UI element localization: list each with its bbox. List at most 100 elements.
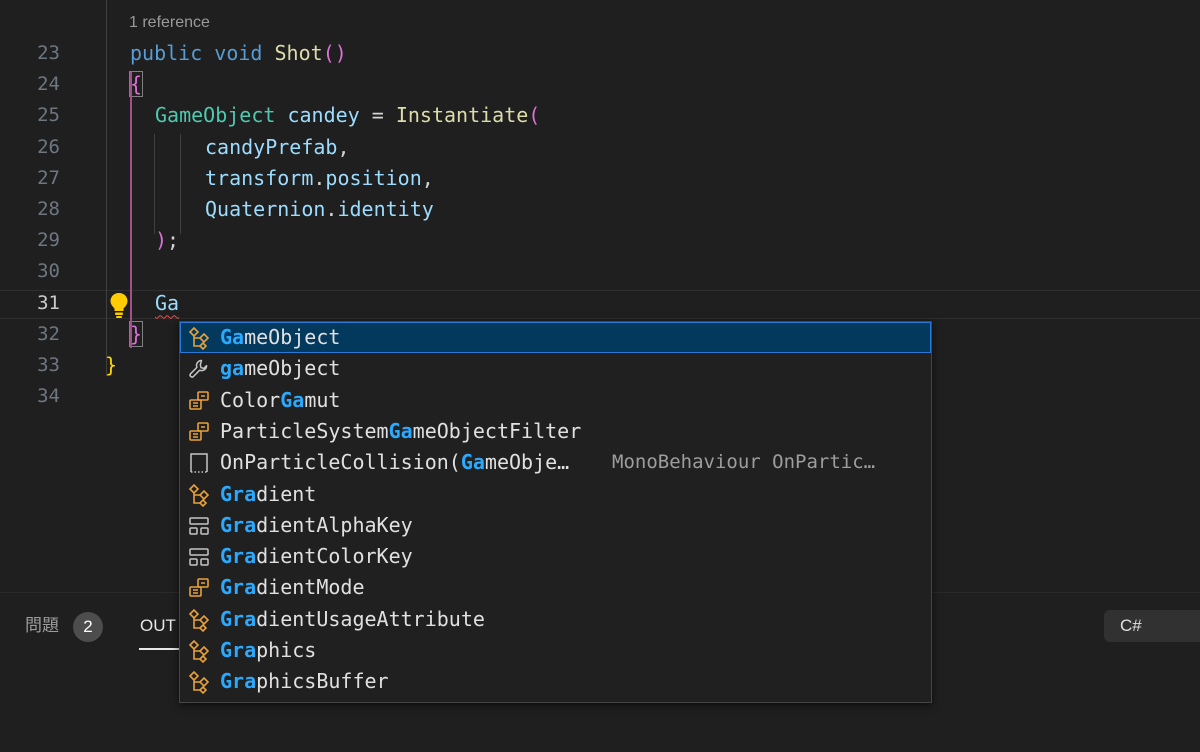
code-token: Shot xyxy=(274,41,323,65)
code-line[interactable]: 31 Ga xyxy=(0,288,1200,319)
match-highlight: Gra xyxy=(220,544,257,569)
suggestion-label: ColorGamut xyxy=(220,385,340,416)
indent-guide xyxy=(106,0,107,376)
match-highlight: Gra xyxy=(220,669,257,694)
codelens-references[interactable]: 1 reference xyxy=(129,12,210,34)
code-token: Ga xyxy=(155,290,180,315)
suggestion-item[interactable]: GradientAlphaKey xyxy=(180,510,931,541)
code-token: position xyxy=(325,165,422,190)
label-prefix: Color xyxy=(220,387,281,412)
suggestion-label: GameObject xyxy=(220,322,340,353)
line-number: 30 xyxy=(37,260,60,283)
suggestion-item[interactable]: GameObject xyxy=(180,322,931,353)
code-line[interactable]: 30 xyxy=(0,256,1200,287)
label-rest: dientColorKey xyxy=(256,544,413,569)
problems-count-badge: 2 xyxy=(73,612,103,642)
code-token: ( xyxy=(528,103,541,128)
code-line[interactable]: 24{ xyxy=(0,69,1200,100)
language-selector[interactable]: C# xyxy=(1104,610,1200,642)
code-text: Quaternion.identity xyxy=(205,194,434,225)
line-number: 33 xyxy=(37,354,60,376)
class-icon xyxy=(187,639,211,664)
label-rest: dientMode xyxy=(256,575,365,600)
code-token: . xyxy=(325,197,338,221)
line-number: 32 xyxy=(37,322,60,345)
code-token: transform xyxy=(205,165,314,190)
label-rest: phicsBuffer xyxy=(256,669,389,694)
suggestion-item[interactable]: ParticleSystemGameObjectFilter xyxy=(180,416,931,447)
tab-output[interactable]: OUT xyxy=(140,611,176,641)
code-text: transform.position, xyxy=(205,163,434,194)
class-icon xyxy=(187,326,211,351)
suggestion-item[interactable]: Gradient xyxy=(180,479,931,510)
label-prefix: OnParticleCollision( xyxy=(220,450,461,475)
code-text: ); xyxy=(155,225,179,256)
label-prefix: ParticleSystem xyxy=(220,418,389,443)
enum-icon xyxy=(187,420,211,444)
code-text: GameObject candey = Instantiate( xyxy=(155,100,540,131)
code-text: public void Shot() xyxy=(130,38,347,69)
snippet-icon xyxy=(187,451,211,475)
match-highlight: Gra xyxy=(220,606,257,631)
match-highlight: Ga xyxy=(220,325,245,349)
suggestion-item[interactable]: GradientUsageAttribute xyxy=(180,604,931,635)
suggestion-label: ParticleSystemGameObjectFilter xyxy=(220,416,581,447)
lightbulb-icon[interactable] xyxy=(108,291,130,319)
enum-icon xyxy=(187,389,211,413)
suggestion-item[interactable]: OnParticleCollision(GameObje… MonoBehavio… xyxy=(180,447,931,478)
suggestion-label: GradientAlphaKey xyxy=(220,510,413,541)
autocomplete-suggestions[interactable]: GameObject gameObject ColorGamut ParticleSy… xyxy=(179,321,932,703)
match-highlight: Ga xyxy=(280,387,305,412)
match-highlight: ga xyxy=(220,356,245,381)
suggestion-item[interactable]: GradientColorKey xyxy=(180,541,931,572)
code-token: public xyxy=(130,41,203,65)
code-line[interactable]: 23 public void Shot() xyxy=(0,38,1200,69)
indent-guide xyxy=(154,134,155,234)
code-token: Instantiate xyxy=(395,103,529,128)
line-number: 28 xyxy=(37,198,60,220)
label-rest: mut xyxy=(304,387,341,412)
class-icon xyxy=(187,608,211,632)
suggestion-label: Gradient xyxy=(220,479,316,510)
code-token: candyPrefab xyxy=(205,134,338,159)
code-token: void xyxy=(214,41,263,65)
match-highlight: Gra xyxy=(220,481,257,506)
line-number: 34 xyxy=(37,385,60,408)
enum-icon xyxy=(187,576,211,600)
indent-guide xyxy=(180,134,181,234)
suggestion-item[interactable]: ColorGamut xyxy=(180,385,931,416)
suggestion-detail: MonoBehaviour OnPartic… xyxy=(612,451,876,474)
suggestion-label: GradientColorKey xyxy=(220,541,413,572)
label-rest: dient xyxy=(256,481,317,506)
suggestion-label: OnParticleCollision(GameObje… xyxy=(220,447,569,478)
label-rest: dientUsageAttribute xyxy=(256,606,485,631)
code-text: candyPrefab, xyxy=(205,132,350,163)
suggestion-item[interactable]: GradientMode xyxy=(180,572,931,603)
code-token: ) xyxy=(155,228,168,253)
tab-problems[interactable]: 問題 xyxy=(25,611,59,641)
code-token: identity xyxy=(337,197,434,221)
code-text: Ga xyxy=(155,288,179,319)
code-token: ; xyxy=(167,228,180,253)
suggestion-label: GradientUsageAttribute xyxy=(220,604,485,635)
code-token: , xyxy=(421,165,434,190)
suggestion-item[interactable]: Graphics xyxy=(180,635,931,666)
property-icon xyxy=(187,357,211,381)
code-token: () xyxy=(322,41,347,65)
line-number: 23 xyxy=(37,42,60,64)
line-number: 27 xyxy=(37,166,60,189)
suggestion-item[interactable]: GraphicsBuffer xyxy=(180,666,931,697)
code-token: . xyxy=(313,165,326,190)
match-highlight: Ga xyxy=(460,450,485,475)
suggestion-item[interactable]: gameObject xyxy=(180,353,931,384)
line-number: 25 xyxy=(37,104,60,127)
code-token: , xyxy=(337,134,350,159)
match-highlight: Ga xyxy=(388,418,413,443)
line-number: 31 xyxy=(37,291,60,314)
match-highlight: Gra xyxy=(220,638,257,662)
class-icon xyxy=(187,670,211,695)
code-line[interactable]: 25 GameObject candey = Instantiate( xyxy=(0,100,1200,131)
